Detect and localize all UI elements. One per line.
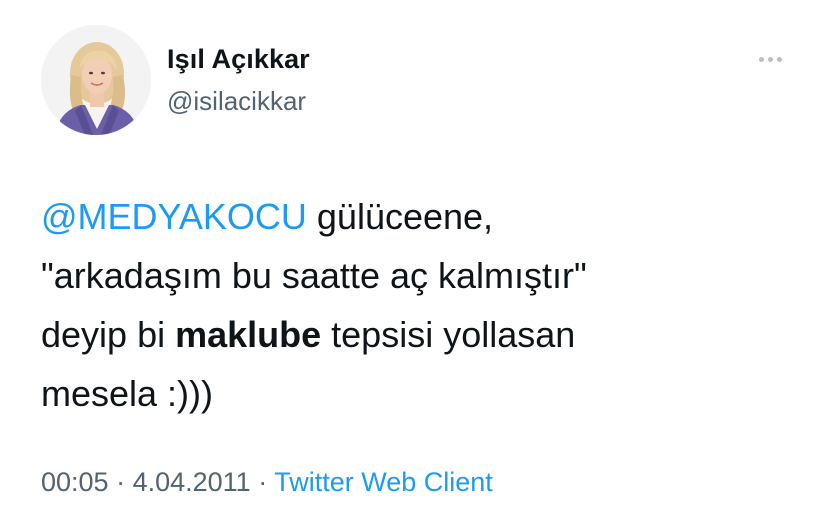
more-dot: [758, 56, 764, 62]
tweet-text: @MEDYAKOCU gülüceene, "arkadaşım bu saat…: [41, 187, 801, 423]
more-options-icon[interactable]: [752, 44, 788, 74]
tweet-line-1: @MEDYAKOCU gülüceene,: [41, 187, 801, 246]
meta-separator: ·: [250, 467, 275, 497]
tweet-line-4: mesela :))): [41, 373, 214, 414]
tweet-line-3: deyip bi maklube tepsisi yollasan: [41, 305, 801, 364]
meta-separator: ·: [108, 467, 133, 497]
tweet-bold-word: maklube: [175, 314, 322, 355]
tweet-source-link[interactable]: Twitter Web Client: [274, 467, 493, 497]
tweet-text-segment: tepsisi yollasan: [321, 314, 576, 355]
tweet-text-segment: deyip bi: [41, 314, 176, 355]
author-avatar[interactable]: [41, 25, 151, 135]
more-dot: [767, 56, 773, 62]
more-dot: [776, 56, 782, 62]
tweet-time[interactable]: 00:05: [41, 467, 109, 497]
tweet-date[interactable]: 4.04.2011: [133, 467, 251, 497]
mention-link[interactable]: @MEDYAKOCU: [41, 196, 307, 237]
tweet-meta: 00:05 · 4.04.2011 · Twitter Web Client: [41, 467, 493, 498]
tweet-text-segment: gülüceene,: [306, 196, 494, 237]
author-handle[interactable]: @isilacikkar: [167, 86, 306, 117]
tweet-card: Işıl Açıkkar @isilacikkar @MEDYAKOCU gül…: [0, 0, 828, 526]
profile-photo-icon: [41, 25, 151, 135]
author-display-name[interactable]: Işıl Açıkkar: [167, 44, 310, 75]
tweet-line-2: "arkadaşım bu saatte aç kalmıştır": [41, 255, 587, 296]
